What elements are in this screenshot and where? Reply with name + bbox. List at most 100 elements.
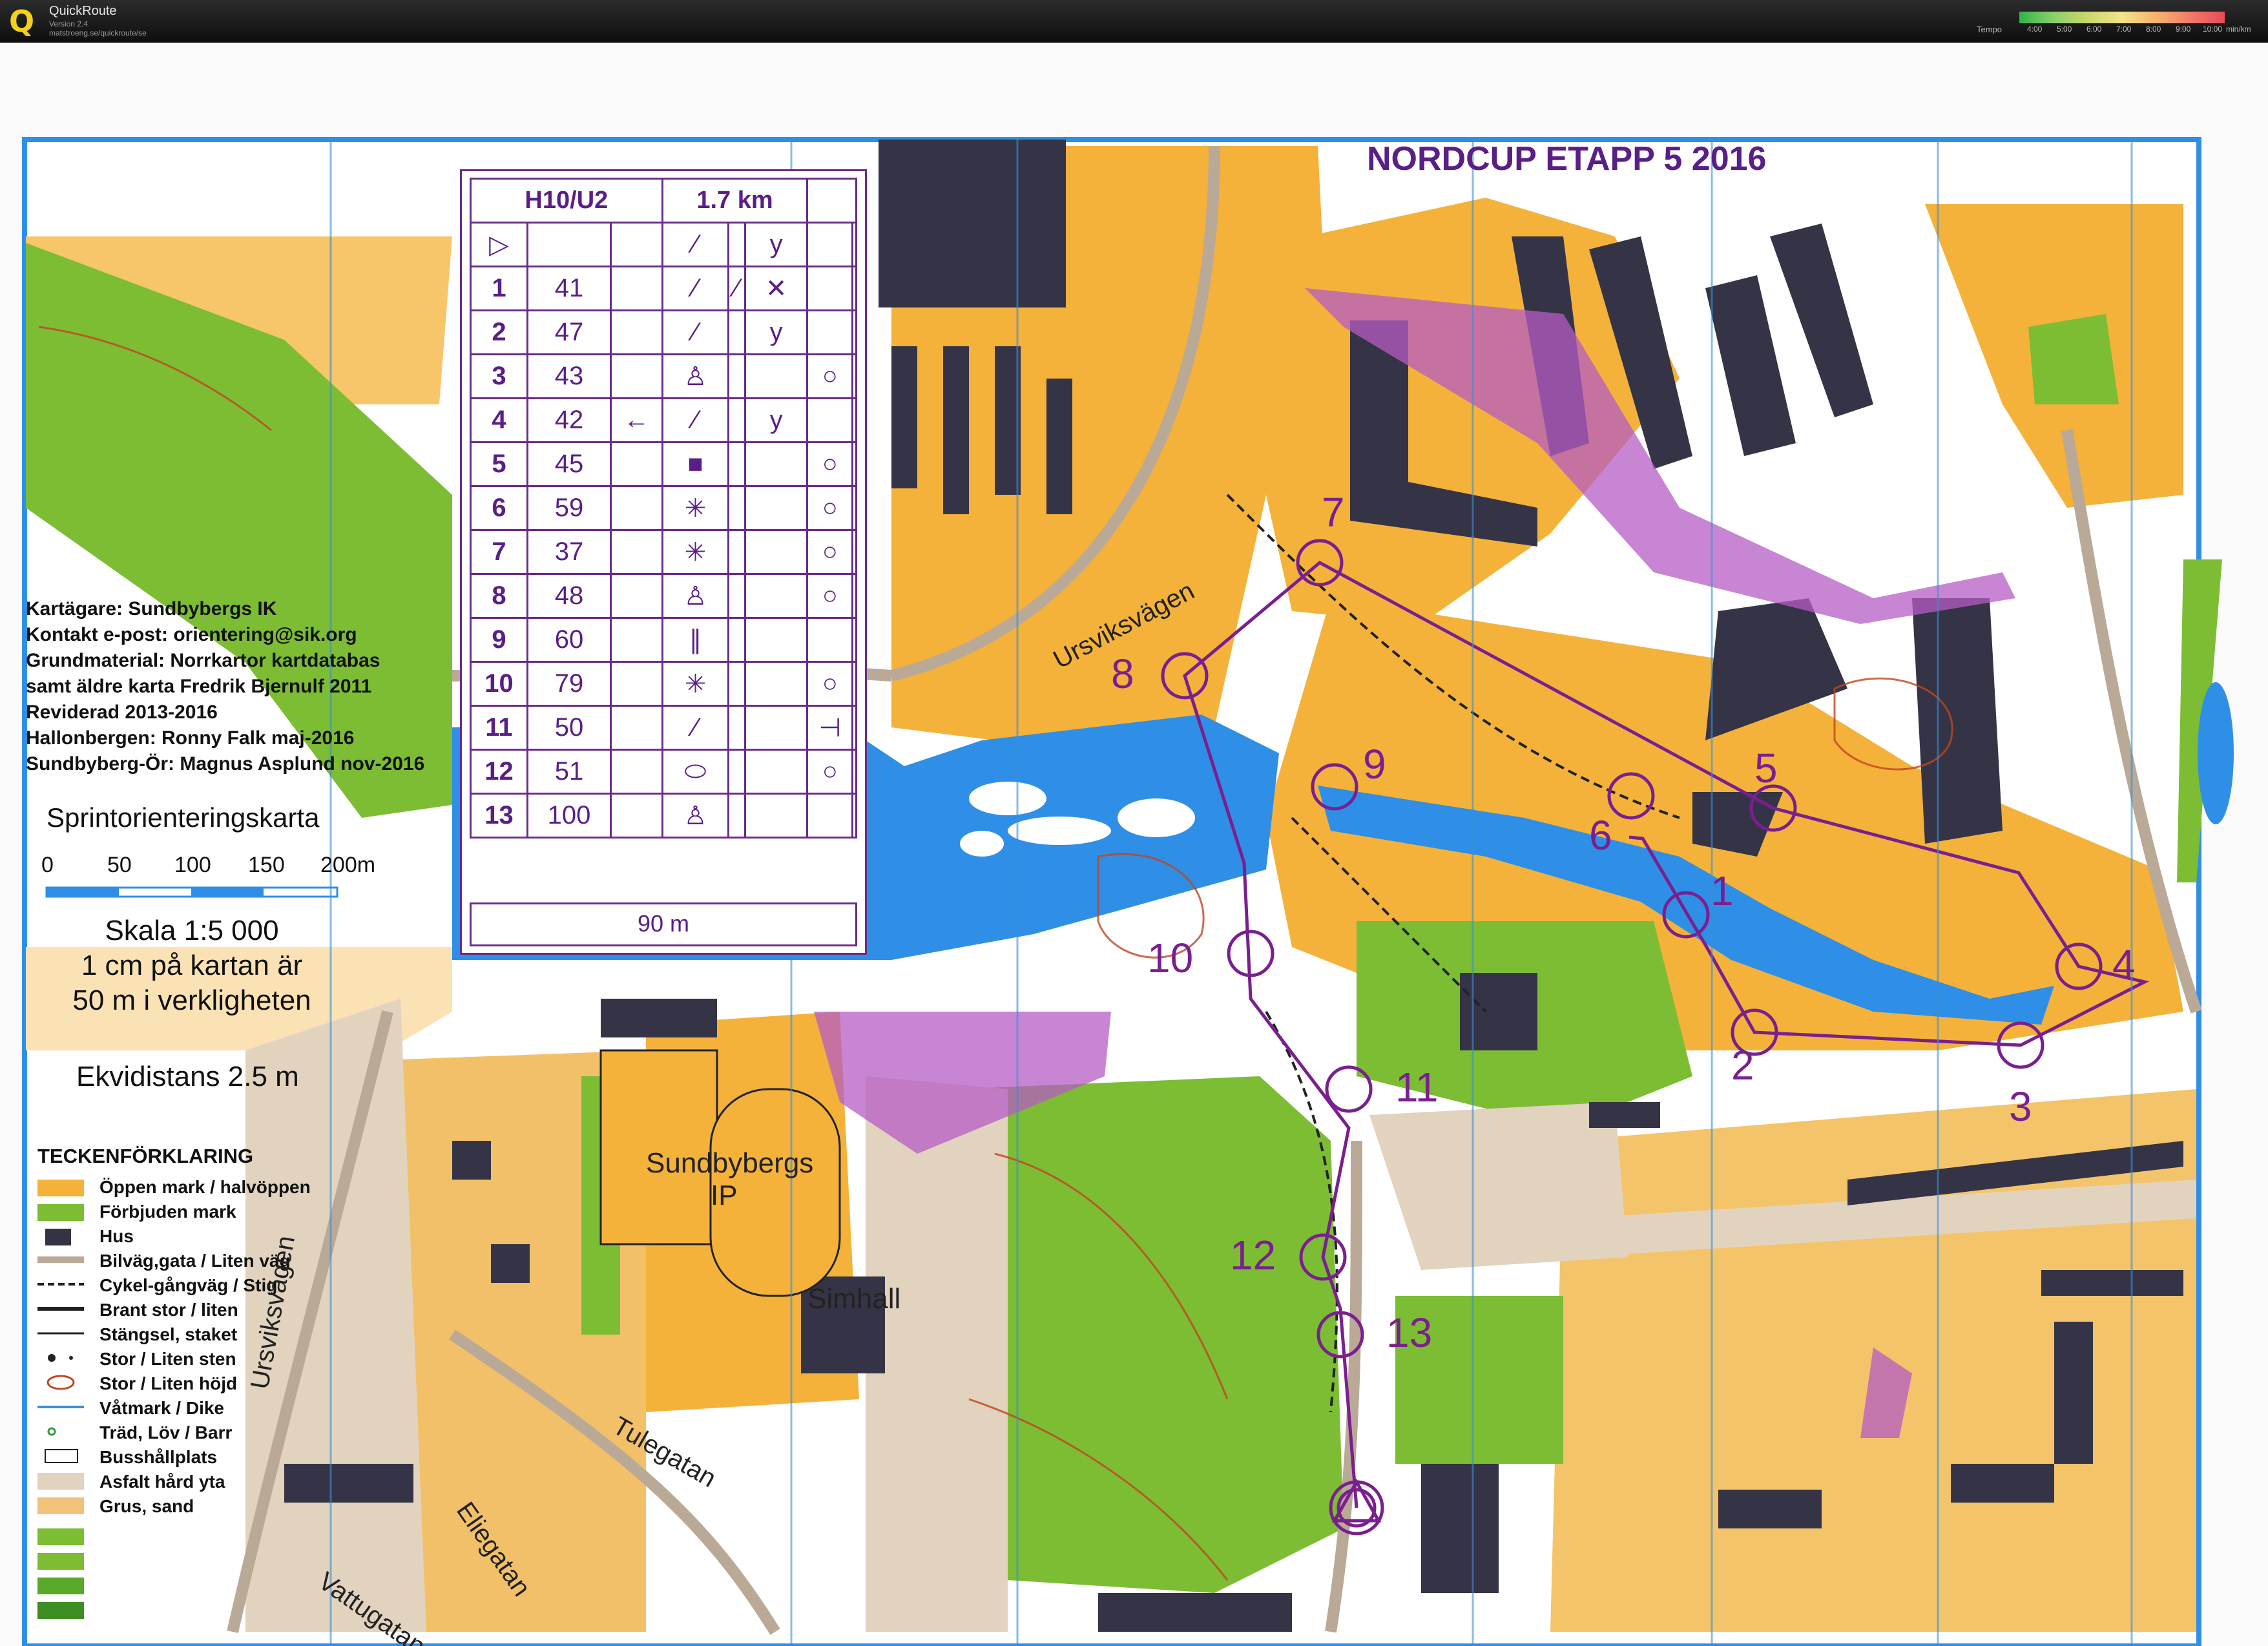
control-number: 3 — [2009, 1083, 2032, 1130]
tree-symbol-icon: ♙ — [661, 573, 730, 619]
control-seq: 13 — [470, 793, 528, 839]
control-seq: 12 — [470, 749, 528, 795]
legend-label: Bilväg,gata / Liten väg — [99, 1251, 291, 1271]
position-symbol-icon: ○ — [806, 573, 854, 619]
place-name: Simhall — [807, 1283, 901, 1315]
control-number: 8 — [1111, 651, 1134, 697]
tree-symbol-icon: ♙ — [661, 353, 730, 399]
path-symbol-icon: ⁄ — [727, 266, 746, 311]
description-row: 10 79 ✳ ○ — [470, 661, 857, 707]
description-start-row: ▷ ⁄ y — [470, 222, 857, 267]
app-version: Version 2.4 — [49, 19, 88, 28]
control-code: 79 — [526, 661, 612, 707]
control-seq: 6 — [470, 485, 528, 531]
control-seq: 5 — [470, 441, 528, 487]
app-name: QuickRoute — [49, 4, 117, 18]
control-seq: 8 — [470, 573, 528, 619]
map-type-label: Sprintorienteringskarta — [47, 802, 320, 833]
description-row: 6 59 ✳ ○ — [470, 485, 857, 531]
control-code: 100 — [526, 793, 612, 839]
description-row: 4 42 ← ⁄ y — [470, 397, 857, 443]
credit-line: samt äldre karta Fredrik Bjernulf 2011 — [26, 676, 372, 697]
legend-label: Förbjuden mark — [99, 1202, 236, 1222]
scale-text-line: 50 m i verkligheten — [72, 984, 311, 1016]
legend-label: Stängsel, staket — [99, 1324, 238, 1344]
contour-interval: Ekvidistans 2.5 m — [76, 1061, 299, 1092]
position-symbol-icon: ○ — [806, 441, 854, 487]
scale-tick: 150 — [248, 853, 285, 877]
path-symbol-icon: ⁄ — [661, 266, 730, 311]
end-symbol-icon: ⊣ — [806, 705, 854, 751]
finish-distance-row: 90 m — [470, 902, 857, 946]
tempo-tick: 8:00 — [2146, 25, 2161, 34]
scale-tick: 100 — [174, 853, 211, 877]
description-row: 2 47 ⁄ y — [470, 309, 857, 355]
course-class: H10/U2 — [470, 178, 663, 224]
scale-tick: 0 — [41, 853, 54, 877]
position-symbol-icon: ○ — [806, 529, 854, 575]
tempo-tick: 7:00 — [2116, 25, 2132, 34]
app-titlebar: Q QuickRoute Version 2.4 matstroeng.se/q… — [0, 0, 2268, 43]
control-code: 45 — [526, 441, 612, 487]
control-seq: 1 — [470, 266, 528, 311]
description-row: 8 48 ♙ ○ — [470, 573, 857, 619]
ditch-symbol-icon: ∥ — [661, 617, 730, 663]
legend-label: Grus, sand — [99, 1496, 194, 1516]
control-code: 60 — [526, 617, 612, 663]
legend-label: Stor / Liten sten — [99, 1349, 236, 1369]
crossing-symbol-icon: ✕ — [744, 266, 809, 311]
tempo-color-bar — [2019, 12, 2225, 23]
credit-line: Reviderad 2013-2016 — [26, 702, 218, 723]
control-number: 9 — [1363, 741, 1386, 787]
tempo-legend: Tempo 4:00 5:00 6:00 7:00 8:00 9:00 10:0… — [1977, 9, 2261, 37]
path-symbol-icon: ⁄ — [661, 222, 730, 267]
control-code: 43 — [526, 353, 612, 399]
description-row: 5 45 ■ ○ — [470, 441, 857, 487]
position-symbol-icon: ○ — [806, 661, 854, 707]
control-number: 4 — [2112, 941, 2136, 988]
description-row: 3 43 ♙ ○ — [470, 353, 857, 399]
tempo-tick: 6:00 — [2086, 25, 2102, 34]
legend-label: Busshållplats — [99, 1447, 218, 1467]
path-symbol-icon: ⁄ — [661, 397, 730, 443]
app-url[interactable]: matstroeng.se/quickroute/se — [49, 28, 147, 37]
tempo-tick: 5:00 — [2057, 25, 2072, 34]
description-row: 1 41 ⁄ ⁄ ✕ — [470, 266, 857, 311]
position-symbol-icon: ○ — [806, 353, 854, 399]
control-number: 13 — [1386, 1309, 1433, 1356]
orienteering-map[interactable]: NORDCUP ETAPP 5 2016 Kartägare: Sundbybe… — [0, 43, 2268, 1646]
position-symbol-icon: ○ — [806, 749, 854, 795]
control-number: 2 — [1731, 1042, 1754, 1089]
control-number: 5 — [1754, 745, 1778, 791]
control-code: 42 — [526, 397, 612, 443]
tempo-tick: 10:00 — [2203, 25, 2223, 34]
tempo-unit: min/km — [2226, 25, 2251, 34]
thicket-symbol-icon: ✳ — [661, 529, 730, 575]
control-seq: 11 — [470, 705, 528, 751]
control-seq: 10 — [470, 661, 528, 707]
description-row: 12 51 ⬭ ○ — [470, 749, 857, 795]
credit-line: Hallonbergen: Ronny Falk maj-2016 — [26, 727, 355, 749]
description-row: 9 60 ∥ — [470, 617, 857, 663]
junction-symbol-icon: y — [744, 397, 809, 443]
legend-label: Stor / Liten höjd — [99, 1373, 238, 1393]
control-number: 7 — [1322, 489, 1345, 536]
control-seq: 2 — [470, 309, 528, 355]
control-seq: 3 — [470, 353, 528, 399]
control-number: 11 — [1395, 1064, 1439, 1110]
control-code: 48 — [526, 573, 612, 619]
control-code: 37 — [526, 529, 612, 575]
thicket-symbol-icon: ✳ — [661, 485, 730, 531]
junction-symbol-icon: y — [744, 222, 809, 267]
credit-line: Kontakt e-post: orientering@sik.org — [26, 624, 357, 645]
control-description-table: H10/U2 1.7 km ▷ ⁄ y 1 41 ⁄ ⁄ ✕ 2 47 ⁄ y … — [470, 178, 857, 839]
boulder-symbol-icon: ⬭ — [661, 749, 730, 795]
course-length: 1.7 km — [661, 178, 809, 224]
description-header-row: H10/U2 1.7 km — [470, 178, 857, 224]
control-code: 50 — [526, 705, 612, 751]
control-code: 51 — [526, 749, 612, 795]
description-row: 11 50 ⁄ ⊣ — [470, 705, 857, 751]
control-seq: 7 — [470, 529, 528, 575]
control-number: 10 — [1147, 935, 1194, 981]
map-title: NORDCUP ETAPP 5 2016 — [1367, 140, 1767, 178]
